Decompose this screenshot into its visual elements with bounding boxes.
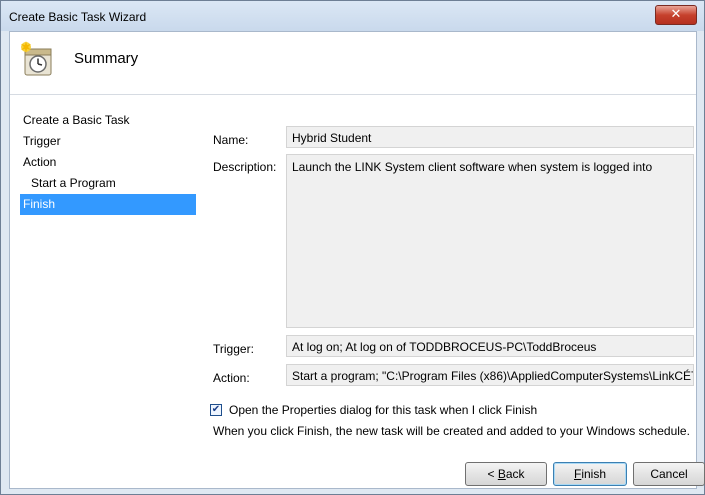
nav-item-action[interactable]: Action (20, 152, 196, 173)
action-label: Action: (213, 371, 250, 385)
trigger-field[interactable]: At log on; At log on of TODDBROCEUS-PC\T… (286, 335, 694, 357)
title-bar[interactable]: Create Basic Task Wizard ✕ (1, 1, 704, 31)
close-button[interactable]: ✕ (655, 5, 697, 25)
wizard-window: Create Basic Task Wizard ✕ Summary Creat… (0, 0, 705, 495)
page-title: Summary (74, 50, 139, 67)
action-field[interactable]: Start a program; "C:\Program Files (x86)… (286, 364, 694, 386)
task-scheduler-clock-icon (21, 41, 52, 76)
nav-item-create-basic-task[interactable]: Create a Basic Task (20, 110, 196, 131)
back-button-label: ack (505, 467, 525, 481)
finish-info-text: When you click Finish, the new task will… (213, 424, 690, 438)
description-field[interactable]: Launch the LINK System client software w… (286, 154, 694, 328)
open-properties-label[interactable]: Open the Properties dialog for this task… (229, 403, 537, 417)
name-field[interactable]: Hybrid Student (286, 126, 694, 148)
wizard-steps-nav: Create a Basic Task Trigger Action Start… (20, 110, 196, 215)
open-properties-checkbox[interactable]: ✔ (210, 404, 222, 416)
name-label: Name: (213, 133, 249, 147)
wizard-header: Summary (10, 32, 696, 90)
back-button-mnemonic: B (497, 467, 506, 481)
nav-item-finish[interactable]: Finish (20, 194, 196, 215)
nav-item-start-a-program[interactable]: Start a Program (20, 173, 196, 194)
back-button-prefix: < (487, 467, 498, 481)
finish-button-label: inish (581, 467, 607, 481)
header-divider (10, 94, 696, 95)
finish-button[interactable]: Finish (553, 462, 627, 486)
description-label: Description: (213, 160, 277, 174)
wizard-content: Summary Create a Basic Task Trigger Acti… (9, 31, 705, 489)
back-button[interactable]: < Back (465, 462, 547, 486)
cancel-button[interactable]: Cancel (633, 462, 705, 486)
trigger-label: Trigger: (213, 342, 254, 356)
window-title: Create Basic Task Wizard (9, 10, 147, 24)
nav-item-trigger[interactable]: Trigger (20, 131, 196, 152)
